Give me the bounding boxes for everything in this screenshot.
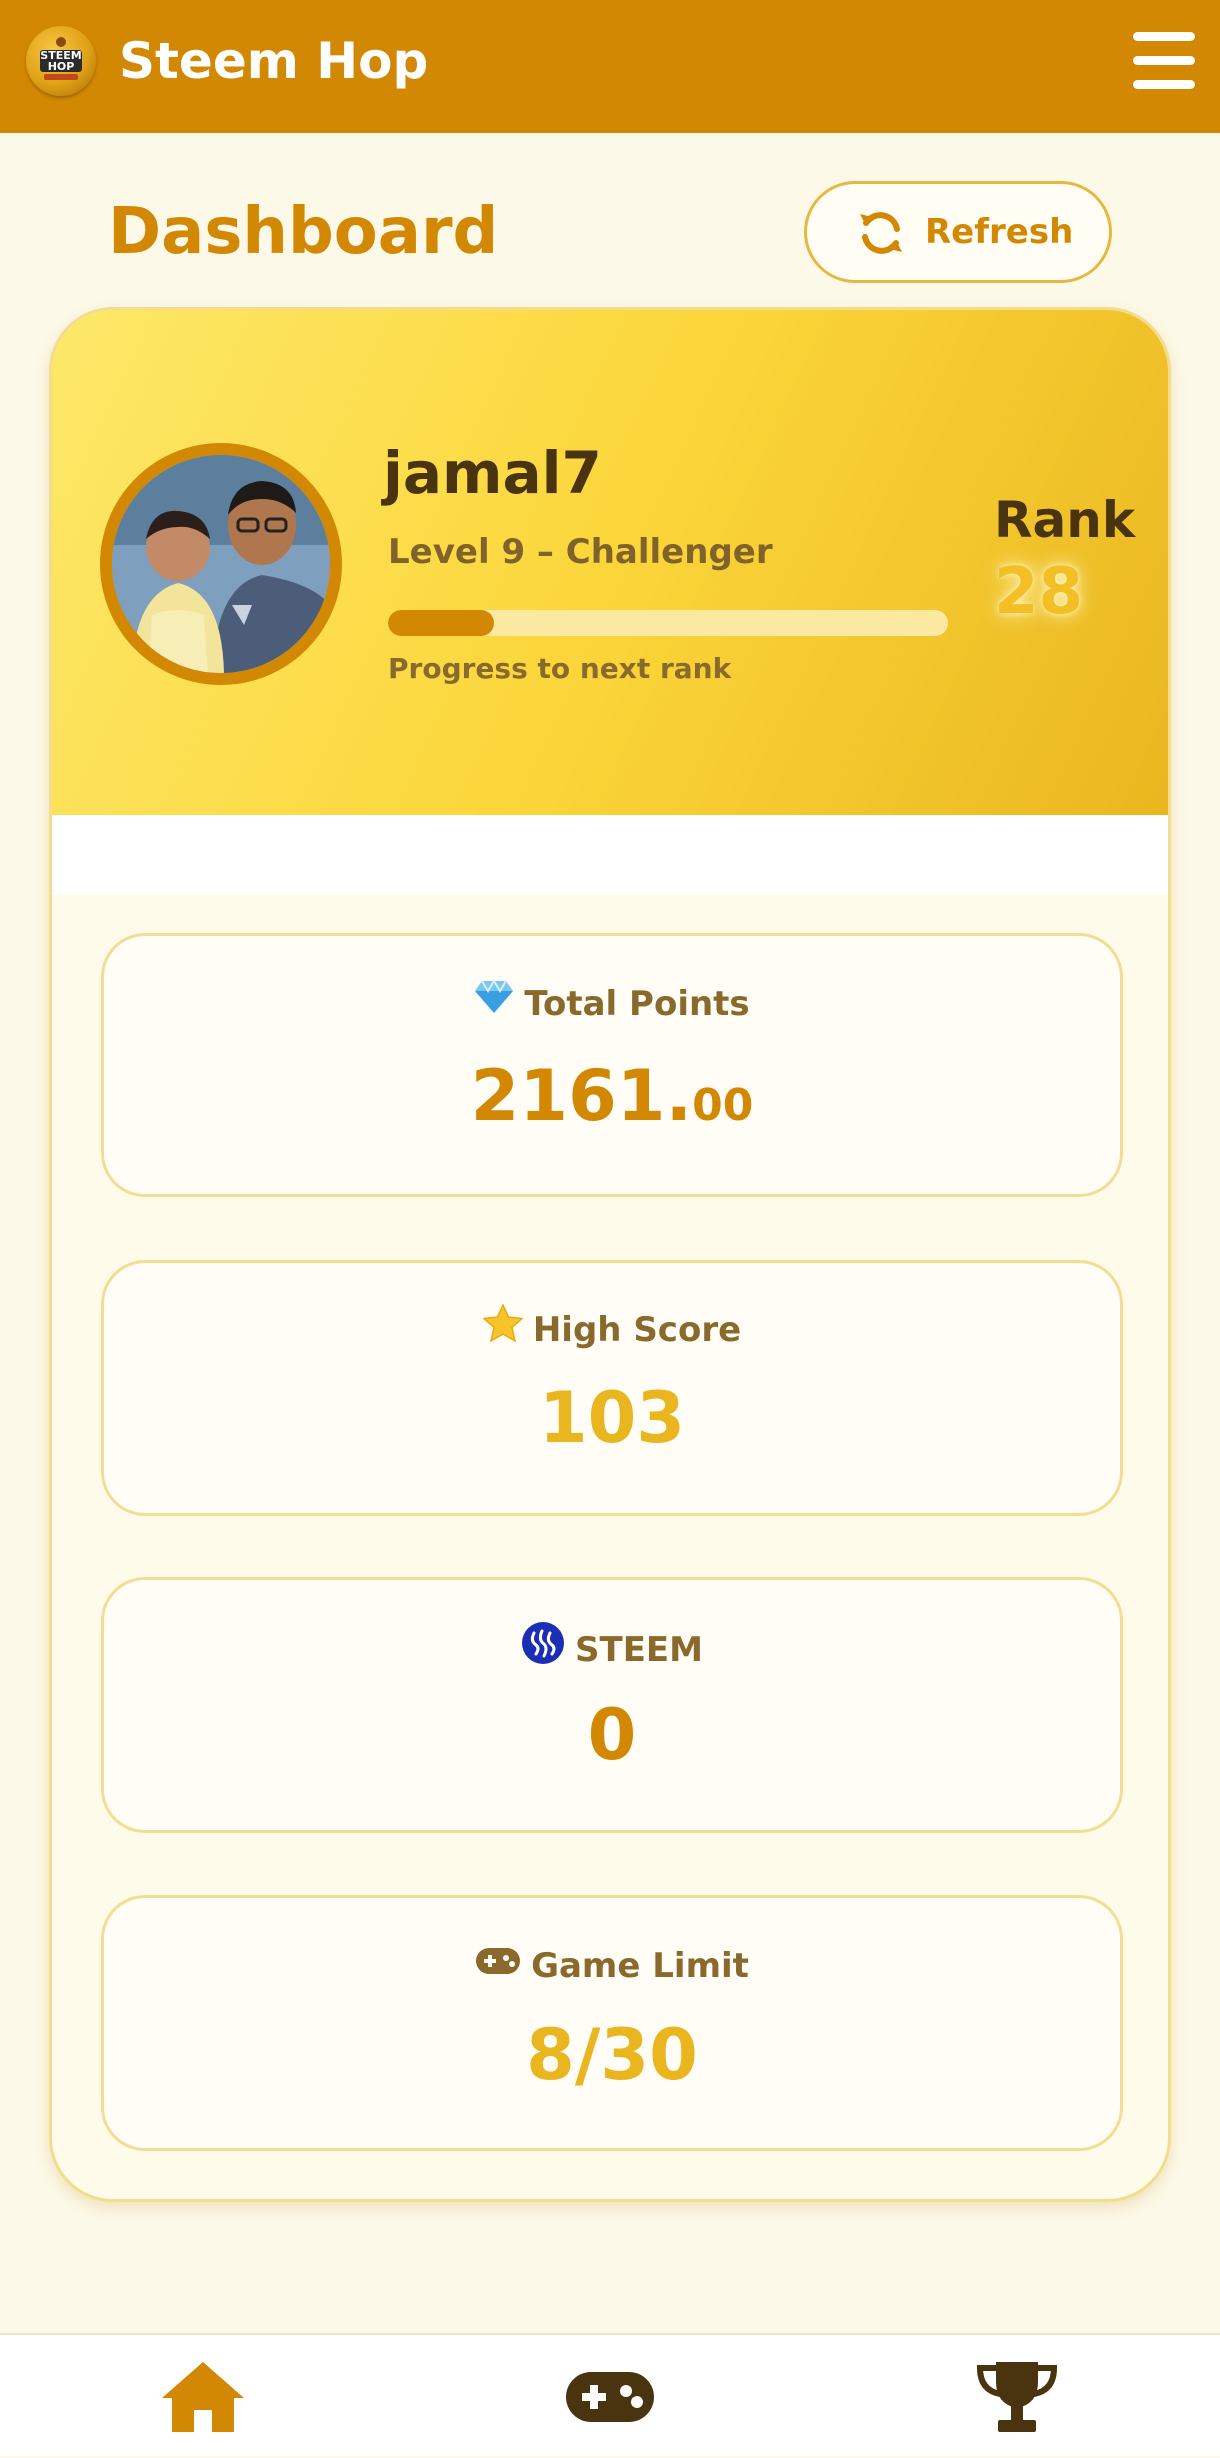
- high-score-header: High Score: [104, 1303, 1120, 1356]
- bottom-nav: [0, 2333, 1220, 2456]
- total-points-decimal: 00: [692, 1080, 754, 1131]
- top-bar: STEEM HOP Steem Hop: [0, 0, 1220, 133]
- steem-header: STEEM: [104, 1621, 1120, 1679]
- app-logo[interactable]: STEEM HOP: [26, 26, 96, 96]
- steem-value: 0: [587, 1694, 637, 1776]
- svg-text:HOP: HOP: [48, 60, 75, 73]
- total-points-integer: 2161.: [470, 1055, 693, 1137]
- app-title: Steem Hop: [119, 32, 429, 90]
- trophy-icon: [976, 2361, 1058, 2432]
- steem-icon: [521, 1621, 565, 1676]
- rank-value: 28: [994, 555, 1084, 629]
- steem-card: STEEM 0: [101, 1577, 1123, 1833]
- game-limit-label: Game Limit: [531, 1946, 749, 1986]
- game-limit-header: Game Limit: [104, 1944, 1120, 1990]
- total-points-value: 2161.00: [104, 1054, 1120, 1148]
- gamepad-icon: [566, 2371, 654, 2422]
- star-icon: [482, 1303, 524, 1353]
- game-limit-card: Game Limit 8/30: [101, 1895, 1123, 2151]
- high-score-card: High Score 103: [101, 1260, 1123, 1516]
- steem-label: STEEM: [575, 1630, 703, 1670]
- progress-label: Progress to next rank: [388, 652, 732, 685]
- nav-home-button[interactable]: [0, 2335, 406, 2458]
- nav-leaderboard-button[interactable]: [814, 2335, 1220, 2458]
- home-icon: [162, 2361, 244, 2432]
- username: jamal7: [383, 439, 602, 507]
- refresh-icon: [860, 212, 902, 254]
- logo-emblem-icon: STEEM HOP: [40, 37, 82, 80]
- high-score-value: 103: [538, 1377, 686, 1459]
- level-text: Level 9 – Challenger: [388, 532, 773, 572]
- total-points-card: Total Points 2161.00: [101, 933, 1123, 1197]
- rank-progress-bar: [388, 610, 948, 636]
- avatar-photo: [112, 455, 330, 673]
- high-score-label: High Score: [532, 1310, 742, 1350]
- menu-button[interactable]: [1127, 28, 1201, 92]
- refresh-button[interactable]: Refresh: [804, 181, 1112, 283]
- total-points-header: Total Points: [104, 979, 1120, 1029]
- rank-progress-fill: [388, 610, 495, 636]
- total-points-label: Total Points: [524, 984, 750, 1024]
- page-title: Dashboard: [108, 195, 499, 269]
- refresh-label: Refresh: [925, 212, 1074, 252]
- gamepad-icon: [475, 1943, 521, 1987]
- dashboard-card: jamal7 Level 9 – Challenger Progress to …: [49, 307, 1171, 2202]
- banner-divider: [52, 815, 1168, 895]
- avatar[interactable]: [100, 443, 342, 685]
- profile-banner: jamal7 Level 9 – Challenger Progress to …: [52, 310, 1168, 815]
- game-limit-value: 8/30: [526, 2014, 698, 2096]
- gem-icon: [474, 979, 514, 1026]
- rank-label: Rank: [994, 491, 1136, 549]
- nav-games-button[interactable]: [407, 2335, 813, 2458]
